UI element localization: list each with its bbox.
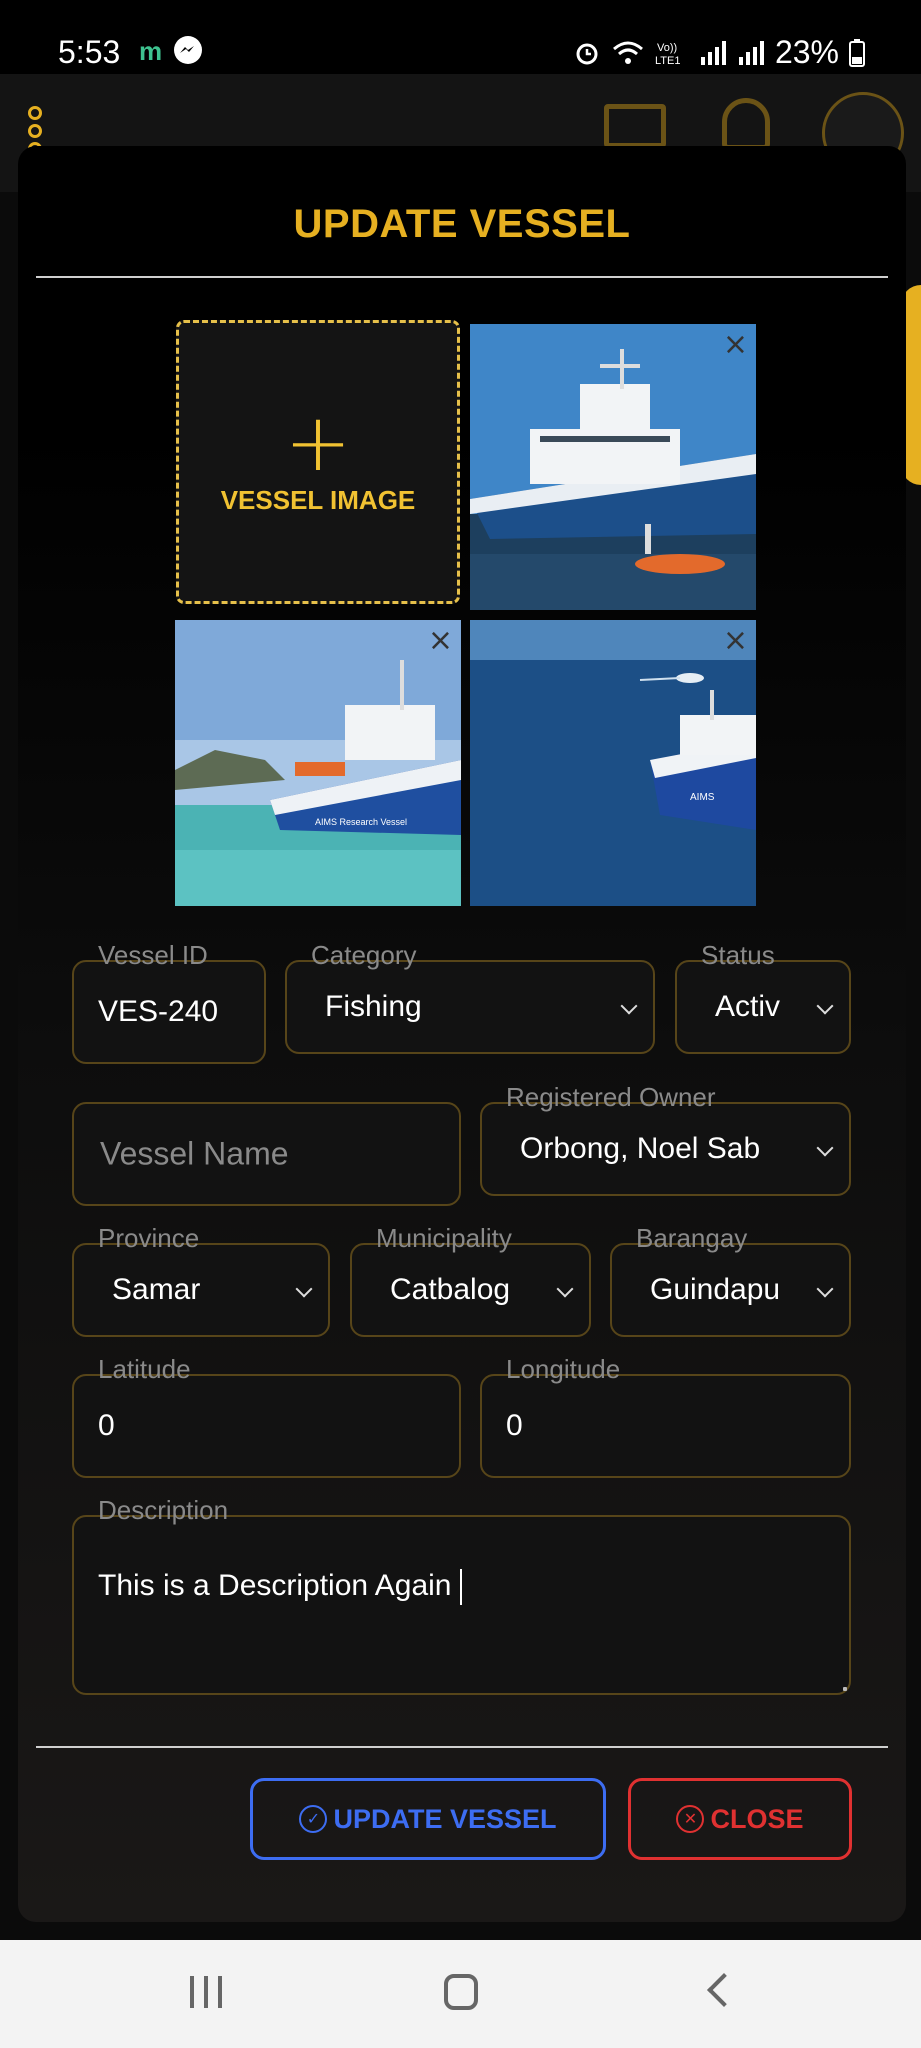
vessel-name-placeholder: Vessel Name xyxy=(100,1135,289,1172)
close-button-label: CLOSE xyxy=(710,1803,804,1834)
mail-icon[interactable] xyxy=(604,104,666,148)
alarm-icon xyxy=(576,43,598,64)
svg-text:Vo)): Vo)) xyxy=(657,42,677,54)
plus-icon: + xyxy=(284,396,352,489)
chevron-down-icon xyxy=(816,997,834,1015)
android-nav-bar xyxy=(0,1940,921,2048)
longitude-value: 0 xyxy=(506,1409,523,1442)
svg-text:LTE1: LTE1 xyxy=(655,55,680,67)
vessel-image-3: AIMS × xyxy=(470,620,756,906)
signal-icon-2 xyxy=(738,40,764,65)
status-bar: 5:53 m Vo)) LTE1 23% xyxy=(0,0,921,74)
vessel-id-field[interactable]: Vessel ID VES-240 xyxy=(72,940,266,1064)
latitude-value: 0 xyxy=(98,1409,115,1442)
province-value: Samar xyxy=(112,1273,201,1306)
signal-icon xyxy=(700,40,726,65)
barangay-label: Barangay xyxy=(636,1223,748,1253)
status-label: Status xyxy=(701,940,775,970)
x-circle-icon: ✕ xyxy=(676,1805,705,1833)
add-vessel-image-button[interactable]: + VESSEL IMAGE xyxy=(176,320,460,604)
remove-image-2-icon[interactable]: × xyxy=(428,626,453,656)
check-circle-icon: ✓ xyxy=(299,1805,328,1833)
registered-owner-select[interactable]: Registered Owner Orbong, Noel Sab xyxy=(480,1082,851,1196)
back-icon[interactable] xyxy=(707,1973,741,2007)
status-select[interactable]: Status Activ xyxy=(675,940,851,1054)
municipality-value: Catbalog xyxy=(390,1273,511,1306)
description-textarea[interactable]: Description This is a Description Again xyxy=(72,1495,851,1695)
svg-text:AIMS Research Vessel: AIMS Research Vessel xyxy=(315,817,407,827)
footer-divider xyxy=(36,1746,888,1748)
latitude-input[interactable]: Latitude 0 xyxy=(72,1354,461,1478)
volte-icon: Vo))LTE1 xyxy=(655,42,680,67)
remove-image-1-icon[interactable]: × xyxy=(723,330,748,360)
update-vessel-button-label: UPDATE VESSEL xyxy=(333,1803,557,1834)
province-label: Province xyxy=(98,1223,200,1253)
province-select[interactable]: Province Samar xyxy=(72,1223,330,1337)
chevron-down-icon xyxy=(295,1280,313,1298)
latitude-label: Latitude xyxy=(98,1354,191,1384)
description-value: This is a Description Again xyxy=(98,1569,452,1602)
recent-apps-icon[interactable] xyxy=(190,1976,222,2008)
battery-percentage: 23% xyxy=(774,34,839,70)
longitude-label: Longitude xyxy=(506,1354,621,1384)
chevron-down-icon xyxy=(556,1280,574,1298)
vessel-id-value: VES-240 xyxy=(98,995,219,1028)
clock: 5:53 xyxy=(58,34,121,70)
wifi-icon xyxy=(612,41,643,64)
vessel-id-label: Vessel ID xyxy=(98,940,208,970)
vessel-name-input[interactable]: Vessel Name xyxy=(72,1102,461,1206)
barangay-value: Guindapu xyxy=(650,1273,781,1306)
vessel-image-1: × xyxy=(470,324,756,610)
status-icons: Vo)) LTE1 23% xyxy=(573,34,865,71)
battery-icon xyxy=(849,38,865,67)
barangay-select[interactable]: Barangay Guindapu xyxy=(610,1223,851,1337)
text-cursor xyxy=(459,1569,462,1606)
remove-image-3-icon[interactable]: × xyxy=(723,626,748,656)
home-icon[interactable] xyxy=(444,1974,478,2010)
chevron-down-icon xyxy=(816,1139,834,1157)
update-vessel-button[interactable]: ✓ UPDATE VESSEL xyxy=(250,1778,606,1860)
messenger-icon xyxy=(174,36,202,64)
update-vessel-modal: UPDATE VESSEL + VESSEL IMAGE × AIMS Rese… xyxy=(18,146,906,1922)
close-button[interactable]: ✕ CLOSE xyxy=(628,1778,852,1860)
municipality-label: Municipality xyxy=(376,1223,512,1253)
registered-owner-value: Orbong, Noel Sab xyxy=(520,1132,761,1165)
description-value-wrap: This is a Description Again xyxy=(98,1569,462,1606)
bell-icon[interactable] xyxy=(722,98,770,150)
notification-m-icon: m xyxy=(139,36,163,66)
longitude-input[interactable]: Longitude 0 xyxy=(480,1354,851,1478)
vessel-image-2: AIMS Research Vessel × xyxy=(175,620,461,906)
svg-text:AIMS: AIMS xyxy=(690,792,715,803)
chevron-down-icon xyxy=(620,997,638,1015)
modal-title: UPDATE VESSEL xyxy=(293,202,631,246)
add-image-label: VESSEL IMAGE xyxy=(220,485,416,515)
municipality-select[interactable]: Municipality Catbalog xyxy=(350,1223,591,1337)
title-divider xyxy=(36,276,888,278)
status-value: Activ xyxy=(715,990,781,1023)
registered-owner-label: Registered Owner xyxy=(506,1082,716,1112)
category-value: Fishing xyxy=(325,990,422,1023)
category-label: Category xyxy=(311,940,417,970)
resize-handle[interactable] xyxy=(843,1687,847,1691)
description-label: Description xyxy=(98,1495,229,1525)
category-select[interactable]: Category Fishing xyxy=(285,940,655,1054)
chevron-down-icon xyxy=(816,1280,834,1298)
